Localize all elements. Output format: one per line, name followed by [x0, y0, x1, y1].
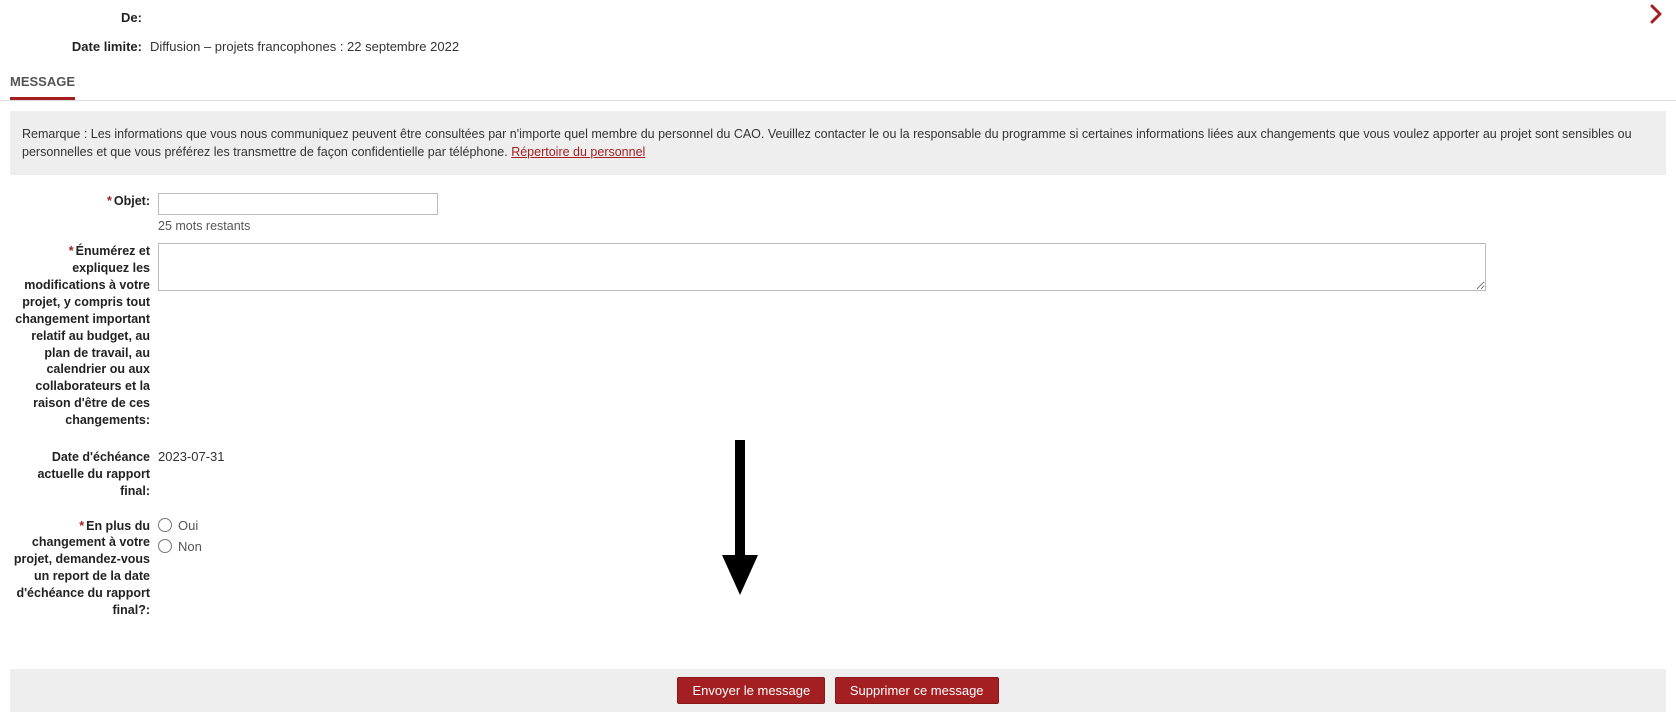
- deadline-value: Diffusion – projets francophones : 22 se…: [150, 39, 459, 54]
- row-objet: *Objet: 25 mots restants: [10, 193, 1666, 233]
- header-deadline-row: Date limite: Diffusion – projets francop…: [10, 39, 1666, 54]
- staff-directory-link[interactable]: Répertoire du personnel: [511, 145, 645, 159]
- radio-item-non[interactable]: Non: [158, 539, 1666, 554]
- objet-label-text: Objet:: [114, 194, 150, 208]
- radio-item-oui[interactable]: Oui: [158, 518, 1666, 533]
- explain-label: *Énumérez et expliquez les modifications…: [10, 243, 158, 429]
- extend-label-text: En plus du changement à votre projet, de…: [14, 519, 150, 617]
- header-from-row: De:: [10, 10, 1666, 25]
- row-explain: *Énumérez et expliquez les modifications…: [10, 243, 1666, 429]
- required-marker: *: [79, 519, 84, 533]
- radio-non[interactable]: [158, 539, 172, 553]
- radio-non-label: Non: [178, 539, 202, 554]
- from-label: De:: [10, 10, 150, 25]
- row-extend: *En plus du changement à votre projet, d…: [10, 518, 1666, 619]
- radio-oui[interactable]: [158, 518, 172, 532]
- send-button[interactable]: Envoyer le message: [677, 677, 825, 704]
- required-marker: *: [69, 244, 74, 258]
- required-marker: *: [107, 194, 112, 208]
- due-label: Date d'échéance actuelle du rapport fina…: [10, 449, 158, 500]
- extend-radio-group: Oui Non: [158, 518, 1666, 554]
- header-block: De: Date limite: Diffusion – projets fra…: [0, 0, 1676, 54]
- tabs: MESSAGE: [0, 68, 1676, 101]
- explain-label-text: Énumérez et expliquez les modifications …: [15, 244, 150, 427]
- content: Remarque : Les informations que vous nou…: [0, 101, 1676, 722]
- radio-oui-label: Oui: [178, 518, 198, 533]
- explain-textarea[interactable]: [158, 243, 1486, 291]
- button-bar: Envoyer le message Supprimer ce message: [10, 669, 1666, 712]
- extend-label: *En plus du changement à votre projet, d…: [10, 518, 158, 619]
- deadline-label: Date limite:: [10, 39, 150, 54]
- notice-box: Remarque : Les informations que vous nou…: [10, 111, 1666, 175]
- tab-message[interactable]: MESSAGE: [10, 68, 75, 100]
- objet-hint: 25 mots restants: [158, 219, 1666, 233]
- due-value: 2023-07-31: [158, 449, 1666, 464]
- next-page-arrow[interactable]: [1644, 2, 1668, 26]
- notice-text: Remarque : Les informations que vous nou…: [22, 127, 1632, 159]
- delete-button[interactable]: Supprimer ce message: [835, 677, 999, 704]
- objet-input[interactable]: [158, 193, 438, 215]
- row-due: Date d'échéance actuelle du rapport fina…: [10, 449, 1666, 500]
- objet-label: *Objet:: [10, 193, 158, 210]
- chevron-right-icon: [1644, 2, 1668, 26]
